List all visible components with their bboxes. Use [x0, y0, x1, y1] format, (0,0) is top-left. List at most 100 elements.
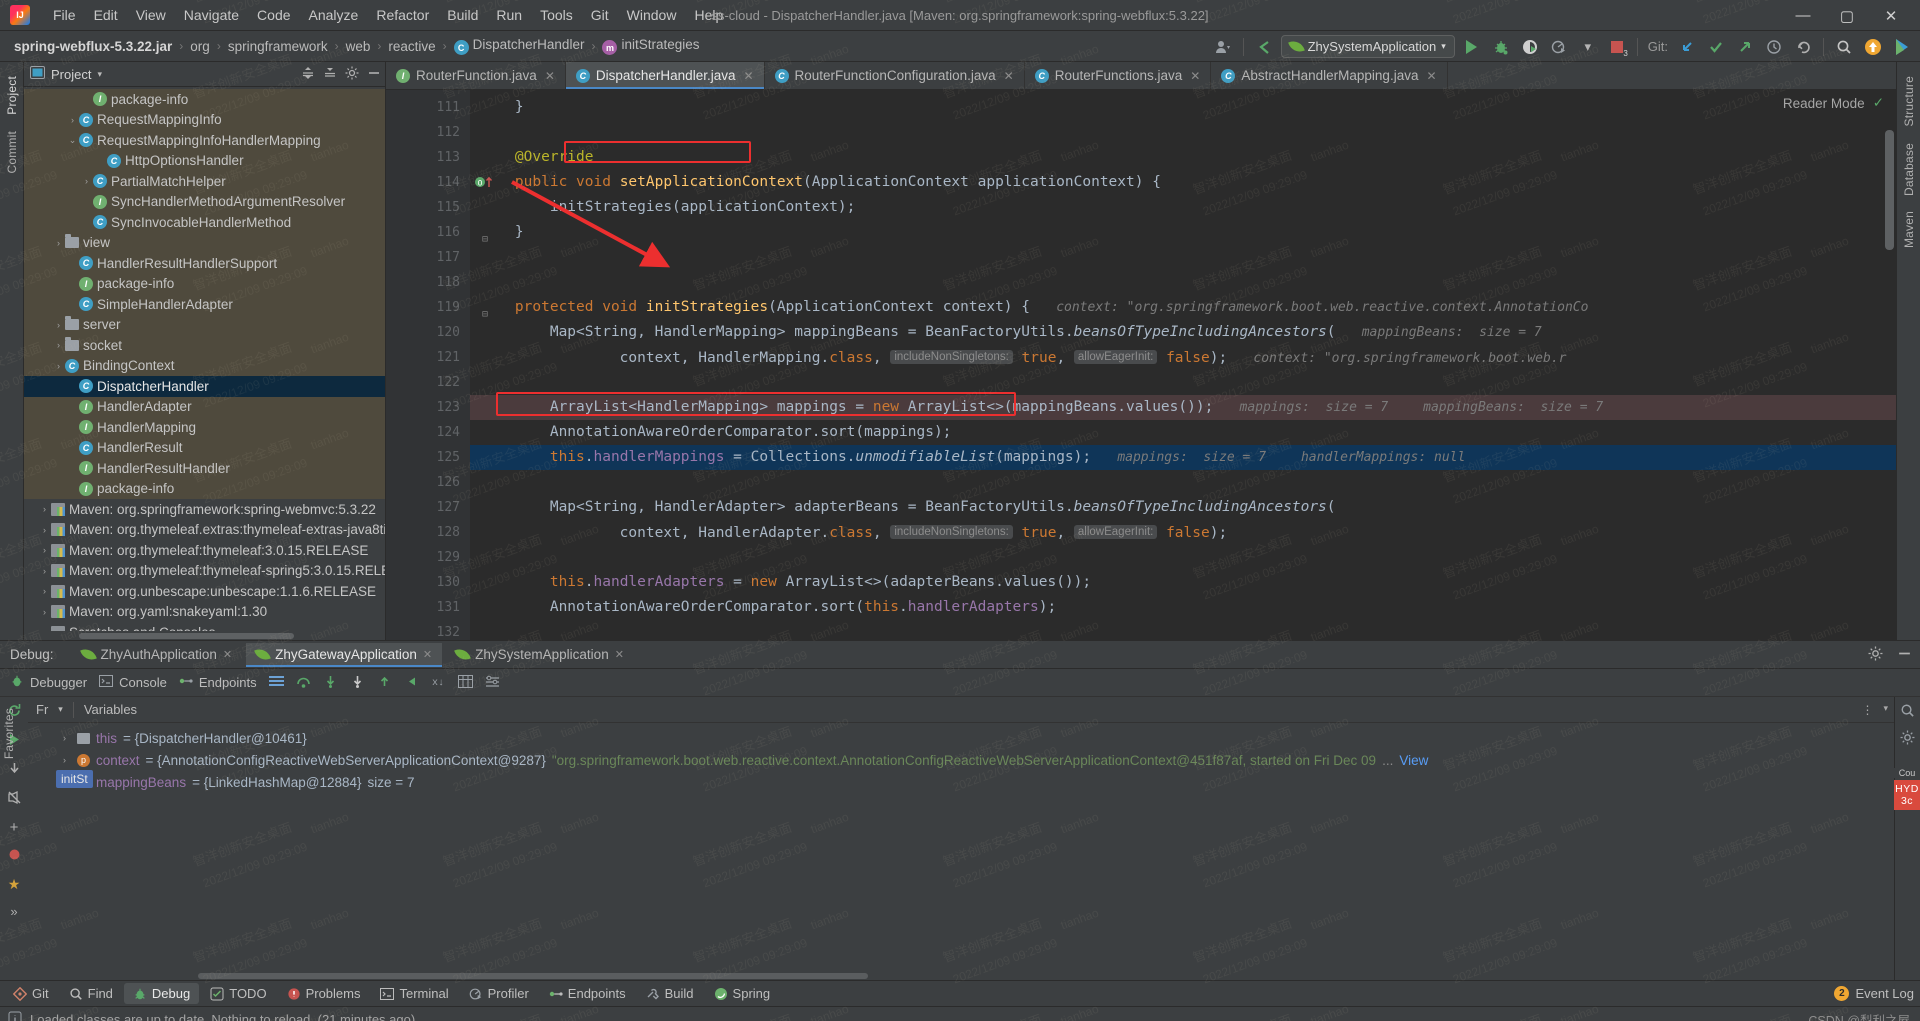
- project-tree[interactable]: Ipackage-info›CRequestMappingInfo⌄CReque…: [24, 87, 385, 631]
- tool-window-button-spring[interactable]: Spring: [705, 983, 780, 1004]
- breadcrumb-item-org[interactable]: org: [186, 37, 214, 56]
- breadcrumb-item-method[interactable]: minitStrategies: [598, 35, 703, 58]
- gutter-line[interactable]: 119⊟: [386, 295, 470, 320]
- close-icon[interactable]: ✕: [615, 648, 624, 661]
- gutter-line[interactable]: 115: [386, 195, 470, 220]
- tool-window-button-endpoints[interactable]: Endpoints: [540, 983, 635, 1004]
- run-to-cursor-icon[interactable]: [404, 675, 419, 691]
- tree-item[interactable]: CHandlerResult: [24, 438, 385, 459]
- tree-expand-arrow-icon[interactable]: ›: [38, 566, 51, 576]
- code-line[interactable]: protected void initStrategies(Applicatio…: [470, 295, 1896, 320]
- settings-gear-icon[interactable]: [1868, 646, 1883, 664]
- stop-icon[interactable]: 3: [1605, 36, 1629, 58]
- tree-expand-arrow-icon[interactable]: ›: [52, 320, 65, 330]
- gutter-line[interactable]: 122: [386, 370, 470, 395]
- breadcrumb-item-web[interactable]: web: [342, 37, 375, 56]
- gutter-line[interactable]: 124: [386, 420, 470, 445]
- hide-icon[interactable]: [367, 66, 381, 83]
- current-frame-tag[interactable]: initSt: [56, 770, 93, 788]
- code-line[interactable]: public void setApplicationContext(Applic…: [470, 170, 1896, 195]
- close-icon[interactable]: ✕: [1426, 69, 1436, 83]
- menu-edit[interactable]: Edit: [85, 4, 127, 26]
- tool-window-button-profiler[interactable]: Profiler: [460, 983, 538, 1004]
- editor-vertical-scrollbar[interactable]: [1885, 130, 1894, 250]
- gutter-line[interactable]: 130: [386, 570, 470, 595]
- search-everywhere-icon[interactable]: [1832, 36, 1856, 58]
- gutter-line[interactable]: 112: [386, 120, 470, 145]
- gutter-line[interactable]: 118: [386, 270, 470, 295]
- editor-tab[interactable]: CRouterFunctionConfiguration.java✕: [765, 62, 1025, 89]
- tree-expand-arrow-icon[interactable]: ⌄: [66, 135, 79, 146]
- menu-git[interactable]: Git: [582, 4, 618, 26]
- tree-expand-arrow-icon[interactable]: ›: [38, 525, 51, 535]
- search-variables-icon[interactable]: [1900, 703, 1915, 721]
- evaluate-expression-icon[interactable]: x↓: [431, 675, 446, 691]
- tree-expand-arrow-icon[interactable]: ›: [38, 607, 51, 617]
- code-line[interactable]: [470, 270, 1896, 295]
- layout-toggle-icon[interactable]: ⋮: [1861, 703, 1873, 717]
- menu-build[interactable]: Build: [438, 4, 487, 26]
- code-line[interactable]: }: [470, 220, 1896, 245]
- tree-item[interactable]: ›server: [24, 315, 385, 336]
- git-commit-icon[interactable]: [1704, 36, 1728, 58]
- force-step-into-icon[interactable]: [350, 675, 365, 691]
- step-into-icon[interactable]: [323, 675, 338, 691]
- tree-item[interactable]: ›CPartialMatchHelper: [24, 171, 385, 192]
- code-line[interactable]: AnnotationAwareOrderComparator.sort(mapp…: [470, 420, 1896, 445]
- tree-item[interactable]: ›Maven: org.yaml:snakeyaml:1.30: [24, 602, 385, 623]
- tool-window-button-todo[interactable]: TODO: [201, 983, 275, 1004]
- view-breakpoints-icon[interactable]: [7, 847, 22, 865]
- tree-item[interactable]: IHandlerResultHandler: [24, 458, 385, 479]
- close-icon[interactable]: ✕: [545, 69, 555, 83]
- tree-item[interactable]: CSimpleHandlerAdapter: [24, 294, 385, 315]
- git-update-icon[interactable]: [1675, 36, 1699, 58]
- project-hscrollbar[interactable]: [24, 631, 385, 640]
- gutter-line[interactable]: 113: [386, 145, 470, 170]
- step-over-icon[interactable]: [296, 675, 311, 691]
- menu-view[interactable]: View: [127, 4, 175, 26]
- tree-expand-arrow-icon[interactable]: ›: [66, 115, 79, 125]
- editor-tab[interactable]: CDispatcherHandler.java✕: [566, 62, 765, 89]
- back-arrow-icon[interactable]: [1252, 36, 1276, 58]
- gutter-line[interactable]: 131: [386, 595, 470, 620]
- close-icon[interactable]: ✕: [223, 648, 232, 661]
- menu-help[interactable]: Help: [685, 4, 732, 26]
- debug-session-zhysystemapplication[interactable]: ZhySystemApplication ✕: [446, 643, 634, 666]
- chevron-down-icon[interactable]: ▾: [97, 69, 102, 80]
- variable-row-mappingbeans[interactable]: › mappingBeans = {LinkedHashMap@12884} s…: [28, 771, 1894, 793]
- tree-item[interactable]: ›Maven: org.springframework:spring-webmv…: [24, 499, 385, 520]
- editor-tab[interactable]: CRouterFunctions.java✕: [1025, 62, 1212, 89]
- gutter-line[interactable]: 123: [386, 395, 470, 420]
- git-history-icon[interactable]: [1762, 36, 1786, 58]
- event-log-area[interactable]: 2Event Log: [1834, 986, 1914, 1001]
- tree-expand-arrow-icon[interactable]: ›: [52, 340, 65, 350]
- tree-item[interactable]: CHttpOptionsHandler: [24, 151, 385, 172]
- tool-window-button-terminal[interactable]: Terminal: [371, 983, 457, 1004]
- variables-settings-icon[interactable]: [1900, 730, 1915, 748]
- code-line[interactable]: [470, 245, 1896, 270]
- favorites-star-icon[interactable]: ★: [8, 876, 21, 893]
- tree-item[interactable]: ›CBindingContext: [24, 356, 385, 377]
- tree-item[interactable]: ›socket: [24, 335, 385, 356]
- table-icon[interactable]: [458, 675, 473, 691]
- gutter-line[interactable]: 127: [386, 495, 470, 520]
- profiler-icon[interactable]: [1547, 36, 1571, 58]
- editor-tab[interactable]: CAbstractHandlerMapping.java✕: [1211, 62, 1447, 89]
- variables-list[interactable]: › this = {DispatcherHandler@10461} › p c…: [28, 723, 1894, 972]
- code-line[interactable]: [470, 620, 1896, 640]
- hide-icon[interactable]: [1897, 646, 1912, 664]
- git-rollback-icon[interactable]: [1791, 36, 1815, 58]
- variable-row-this[interactable]: › this = {DispatcherHandler@10461}: [28, 727, 1894, 749]
- close-button[interactable]: ✕: [1870, 1, 1912, 31]
- run-configuration-selector[interactable]: ZhySystemApplication ▾: [1281, 35, 1455, 58]
- code-line[interactable]: context, HandlerMapping.class, includeNo…: [470, 345, 1896, 370]
- menu-window[interactable]: Window: [618, 4, 686, 26]
- code-line[interactable]: AnnotationAwareOrderComparator.sort(this…: [470, 595, 1896, 620]
- tree-item[interactable]: ›Maven: org.thymeleaf:thymeleaf:3.0.15.R…: [24, 540, 385, 561]
- variable-row-context[interactable]: › p context = {AnnotationConfigReactiveW…: [28, 749, 1894, 771]
- gutter-line[interactable]: 116⊟: [386, 220, 470, 245]
- strip-item-commit[interactable]: Commit: [5, 131, 19, 174]
- tree-expand-arrow-icon[interactable]: ›: [38, 586, 51, 596]
- tree-item[interactable]: ›Maven: org.thymeleaf.extras:thymeleaf-e…: [24, 520, 385, 541]
- strip-item-project[interactable]: Project: [5, 76, 19, 115]
